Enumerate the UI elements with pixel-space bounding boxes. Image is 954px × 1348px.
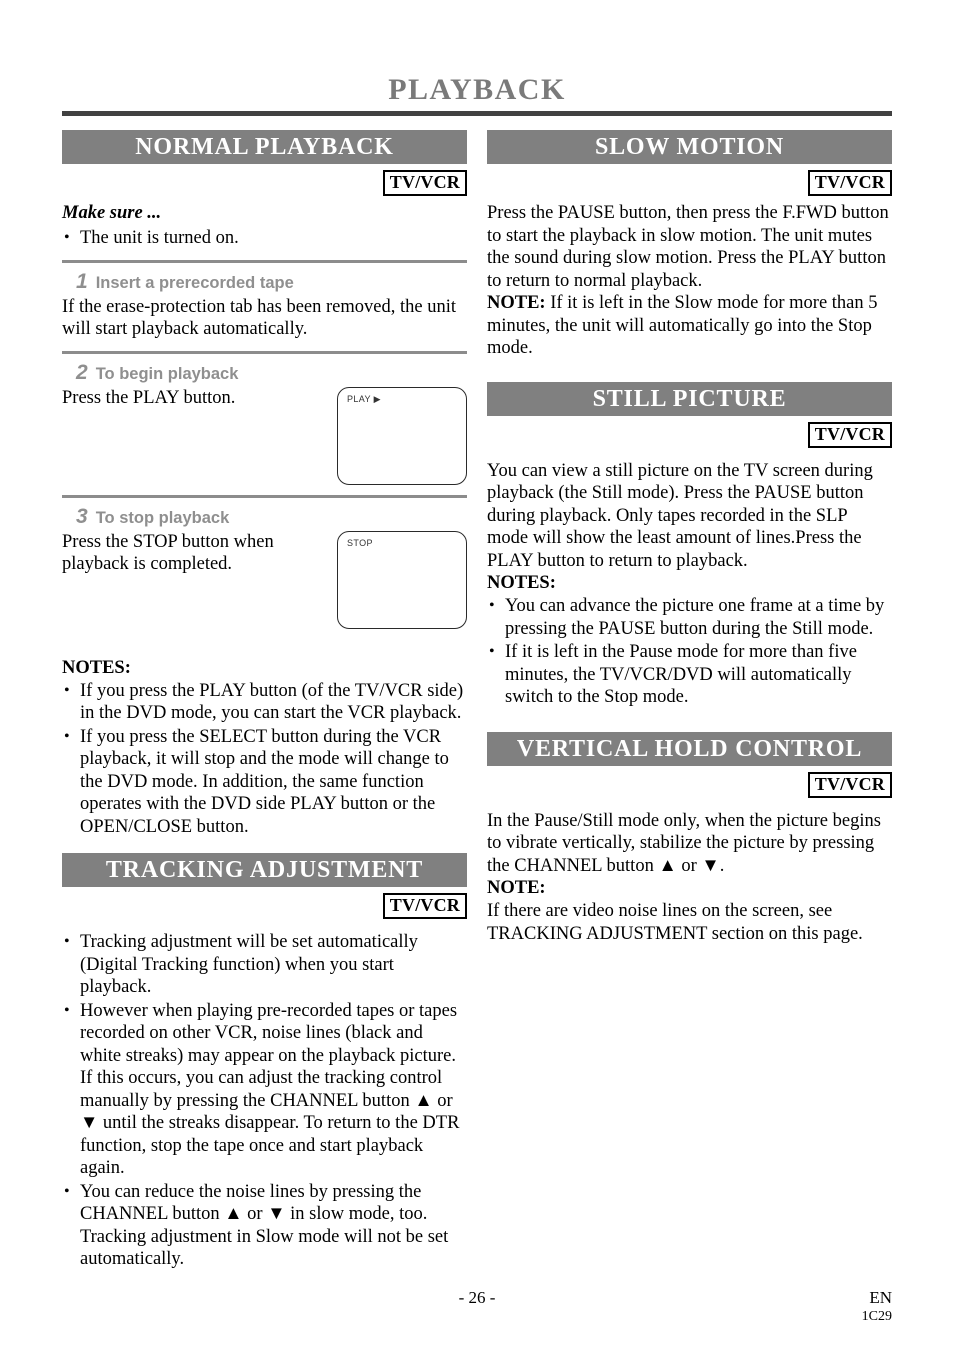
section-title-vertical-hold-control: VERTICAL HOLD CONTROL [516, 735, 863, 762]
slow-motion-note-body: If it is left in the Slow mode for more … [487, 293, 878, 358]
slow-motion-note: NOTE: If it is left in the Slow mode for… [487, 292, 892, 360]
note-body-vertical-hold-control: If there are video noise lines on the sc… [487, 901, 863, 944]
notes-label-still-picture: NOTES: [487, 573, 556, 593]
badge-row-tracking-adjustment: TV/VCR [62, 893, 467, 919]
section-header-normal-playback: NORMAL PLAYBACK [62, 130, 467, 164]
vertical-hold-control-body: In the Pause/Still mode only, when the p… [487, 810, 881, 876]
badge-row-slow-motion: TV/VCR [487, 170, 892, 196]
section-title-still-picture: STILL PICTURE [592, 385, 787, 412]
title-divider-rule [62, 111, 892, 116]
display-screen-stop: STOP [337, 530, 467, 629]
step-body-1: If the erase-protection tab has been rem… [62, 296, 467, 341]
step-title-2: To begin playback [95, 364, 239, 383]
badge-row-still-picture: TV/VCR [487, 421, 892, 448]
section-header-still-picture: STILL PICTURE [487, 381, 892, 416]
list-item: The unit is turned on. [62, 227, 467, 250]
badge-row-normal-playback: TV/VCR [62, 170, 467, 196]
page-footer: - 26 - EN 1C29 [62, 1288, 892, 1338]
note-label-vertical-hold-control: NOTE: [487, 878, 546, 898]
slow-motion-body: Press the PAUSE button, then press the F… [487, 203, 889, 291]
left-column: NORMAL PLAYBACK TV/VCR Make sure ... The… [62, 130, 467, 1272]
section-header-slow-motion: SLOW MOTION [487, 130, 892, 164]
footer-language-code: EN [869, 1288, 892, 1307]
section-title-slow-motion: SLOW MOTION [594, 134, 785, 160]
manual-page: PLAYBACK NORMAL PLAYBACK TV/VCR Make sur… [0, 0, 954, 1348]
make-sure-label: Make sure ... [62, 203, 162, 223]
slow-motion-note-label: NOTE: [487, 293, 546, 313]
step-heading-2: 2 To begin playback [76, 361, 467, 386]
page-title: PLAYBACK [388, 73, 566, 106]
still-picture-body: You can view a still picture on the TV s… [487, 460, 873, 571]
notes-list-still-picture: You can advance the picture one frame at… [487, 595, 892, 709]
section-title-normal-playback: NORMAL PLAYBACK [135, 134, 394, 160]
status-badge-tv-vcr: TV/VCR [382, 170, 467, 196]
footer-page-number: - 26 - [458, 1288, 496, 1307]
step-body-text-3: Press the STOP button when playback is c… [62, 531, 274, 575]
step-body-2: Press the PLAY button. PLAY ▶ [62, 386, 467, 485]
step-body-text-1: If the erase-protection tab has been rem… [62, 296, 456, 340]
list-item: If you press the PLAY button (of the TV/… [62, 680, 467, 725]
status-badge-tv-vcr: TV/VCR [807, 771, 892, 798]
badge-row-vertical-hold-control: TV/VCR [487, 771, 892, 798]
step-number-1: 1 [76, 269, 88, 293]
list-item: If it is left in the Pause mode for more… [487, 641, 892, 709]
section-header-vertical-hold-control: VERTICAL HOLD CONTROL [487, 731, 892, 766]
step-divider-2 [62, 350, 467, 354]
status-badge-tv-vcr: TV/VCR [807, 170, 892, 196]
tracking-adjustment-list: Tracking adjustment will be set automati… [62, 931, 467, 1271]
step-body-text-2: Press the PLAY button. [62, 387, 236, 408]
section-title-tracking-adjustment: TRACKING ADJUSTMENT [105, 857, 424, 883]
list-item: Tracking adjustment will be set automati… [62, 931, 467, 999]
step-number-3: 3 [76, 504, 88, 528]
right-column: SLOW MOTION TV/VCR Press the PAUSE butto… [487, 130, 892, 945]
display-label-play: PLAY ▶ [347, 393, 382, 404]
step-body-3: Press the STOP button when playback is c… [62, 530, 467, 629]
list-item: You can reduce the noise lines by pressi… [62, 1181, 467, 1271]
footer-document-code: 1C29 [861, 1309, 892, 1324]
notes-label-normal-playback: NOTES: [62, 657, 131, 678]
list-item: You can advance the picture one frame at… [487, 595, 892, 640]
step-title-3: To stop playback [95, 508, 230, 527]
step-title-1: Insert a prerecorded tape [95, 273, 294, 292]
status-badge-tv-vcr: TV/VCR [807, 421, 892, 448]
list-item: If you press the SELECT button during th… [62, 726, 467, 839]
display-label-stop: STOP [347, 537, 373, 548]
list-item: However when playing pre-recorded tapes … [62, 1000, 467, 1180]
notes-list-normal-playback: If you press the PLAY button (of the TV/… [62, 680, 467, 839]
status-badge-tv-vcr: TV/VCR [382, 893, 467, 919]
step-heading-3: 3 To stop playback [76, 505, 467, 530]
step-heading-1: 1 Insert a prerecorded tape [76, 270, 467, 295]
step-divider-3 [62, 494, 467, 498]
step-number-2: 2 [76, 360, 88, 384]
section-header-tracking-adjustment: TRACKING ADJUSTMENT [62, 853, 467, 887]
step-divider-1 [62, 259, 467, 263]
display-screen-play: PLAY ▶ [337, 386, 467, 485]
make-sure-list: The unit is turned on. [62, 227, 467, 250]
